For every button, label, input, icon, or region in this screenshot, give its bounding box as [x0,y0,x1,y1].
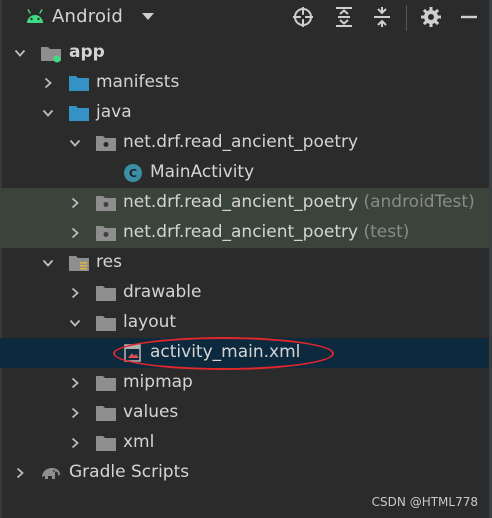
annotation-ellipse [113,337,334,370]
tree-item-label: java [96,102,132,122]
module-folder-icon [41,47,61,63]
package-icon [96,226,116,241]
chevron-right-icon[interactable] [69,227,81,239]
tree-item-gradle-scripts[interactable]: Gradle Scripts [0,458,489,488]
tree-item-label: values [123,402,179,422]
chevron-down-icon[interactable] [42,107,54,119]
package-icon [96,196,116,211]
svg-text:C: C [129,167,137,180]
tree-item-res[interactable]: res [0,248,489,278]
tree-item-label: net.drf.read_ancient_poetry (test) [123,222,409,242]
tree-item-drawable[interactable]: drawable [0,278,489,308]
chevron-right-icon[interactable] [69,287,81,299]
folder-icon [96,316,116,331]
folder-icon [96,406,116,421]
tree-item-label: net.drf.read_ancient_poetry (androidTest… [123,192,475,212]
android-icon [27,9,43,23]
toolbar-divider [406,5,407,31]
folder-icon [96,436,116,451]
tree-item-label: MainActivity [150,162,255,182]
expand-all-icon[interactable] [333,6,355,28]
folder-icon [69,106,89,121]
tree-item-java[interactable]: java [0,98,489,128]
package-name: net.drf.read_ancient_poetry [123,192,359,212]
project-view-selector[interactable]: Android [52,6,123,27]
project-panel: Android app manifests java net.drf.read_… [0,0,492,518]
tree-item-label: app [69,42,105,62]
chevron-right-icon[interactable] [42,77,54,89]
gradle-elephant-icon [42,468,60,479]
tree-item-layout[interactable]: layout [0,308,489,338]
tree-item-app[interactable]: app [0,38,489,68]
locate-icon[interactable] [292,6,314,28]
chevron-right-icon[interactable] [69,197,81,209]
chevron-down-icon[interactable] [69,137,81,149]
tree-item-package-main[interactable]: net.drf.read_ancient_poetry [0,128,489,158]
dropdown-icon[interactable] [141,12,155,22]
chevron-right-icon[interactable] [69,377,81,389]
chevron-down-icon[interactable] [42,257,54,269]
java-class-icon: C [124,164,142,182]
package-name: net.drf.read_ancient_poetry [123,222,359,242]
project-toolbar: Android [0,0,492,36]
tree-item-label: layout [123,312,177,332]
tree-item-values[interactable]: values [0,398,489,428]
chevron-right-icon[interactable] [14,467,26,479]
tree-item-manifests[interactable]: manifests [0,68,489,98]
tree-item-label: net.drf.read_ancient_poetry [123,132,359,152]
tree-item-package-android-test[interactable]: net.drf.read_ancient_poetry (androidTest… [0,188,489,218]
watermark: CSDN @HTML778 [371,495,478,509]
tree-item-xml[interactable]: xml [0,428,489,458]
chevron-right-icon[interactable] [69,437,81,449]
source-set-suffix: (test) [363,222,410,242]
resources-folder-icon [69,256,89,271]
tree-item-label: xml [123,432,155,452]
chevron-down-icon[interactable] [69,317,81,329]
tree-item-label: drawable [123,282,202,302]
tree-item-package-test[interactable]: net.drf.read_ancient_poetry (test) [0,218,489,248]
chevron-down-icon[interactable] [14,47,26,59]
chevron-right-icon[interactable] [69,407,81,419]
folder-icon [96,376,116,391]
tree-item-main-activity[interactable]: C MainActivity [0,158,489,188]
tree-item-label: mipmap [123,372,193,392]
package-icon [96,136,116,151]
folder-icon [96,286,116,301]
source-set-suffix: (androidTest) [363,192,475,212]
tree-item-mipmap[interactable]: mipmap [0,368,489,398]
gear-icon[interactable] [420,6,442,28]
collapse-all-icon[interactable] [371,6,393,28]
tree-item-label: res [96,252,122,272]
tree-item-label: manifests [96,72,180,92]
project-tree: app manifests java net.drf.read_ancient_… [0,38,492,488]
tree-item-label: Gradle Scripts [69,462,190,482]
minimize-icon[interactable] [458,6,480,28]
folder-icon [69,76,89,91]
